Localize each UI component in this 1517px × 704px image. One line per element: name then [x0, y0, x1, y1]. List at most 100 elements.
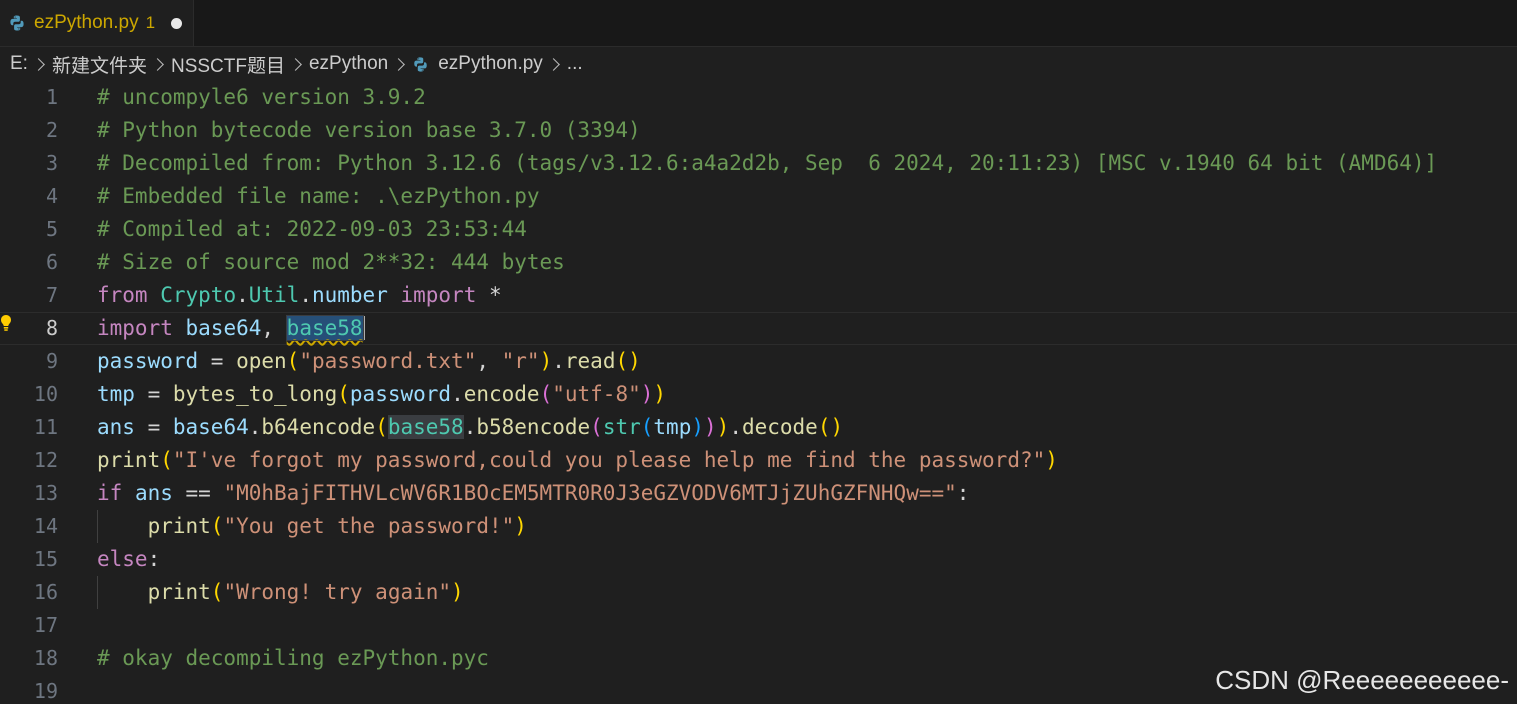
- code-line[interactable]: 7 from Crypto.Util.number import *: [0, 279, 1517, 312]
- comment-token: # Embedded file name: .\ezPython.py: [97, 184, 540, 208]
- chevron-right-icon: [546, 57, 560, 71]
- line-number: 8: [45, 316, 58, 340]
- bracket-token: ): [716, 415, 730, 439]
- breadcrumb-file[interactable]: ezPython.py: [438, 53, 543, 75]
- identifier-token: password: [349, 382, 452, 406]
- breadcrumb-folder[interactable]: 新建文件夹: [52, 51, 147, 78]
- breadcrumb-symbols[interactable]: ...: [567, 53, 583, 75]
- code-line[interactable]: 3 # Decompiled from: Python 3.12.6 (tags/…: [0, 147, 1517, 180]
- line-number: 14: [33, 514, 58, 538]
- identifier-token: ans: [134, 481, 173, 505]
- line-number: 18: [33, 646, 58, 670]
- bracket-token: ): [539, 349, 553, 373]
- line-code: if ans == "M0hBajFITHVLcWV6R1BOcEM5MTR0R…: [97, 477, 969, 510]
- line-number: 7: [45, 283, 58, 307]
- unsaved-dot-icon[interactable]: [171, 17, 183, 29]
- bracket-token: ): [653, 382, 667, 406]
- code-line[interactable]: 4 # Embedded file name: .\ezPython.py: [0, 180, 1517, 213]
- breadcrumb-nssctf[interactable]: NSSCTF题目: [171, 51, 285, 78]
- function-token: print: [147, 580, 211, 604]
- comment-token: # Decompiled from: Python 3.12.6 (tags/v…: [97, 151, 1438, 175]
- code-line[interactable]: 2 # Python bytecode version base 3.7.0 (3…: [0, 114, 1517, 147]
- punctuation-token: [97, 514, 148, 538]
- bracket-token: (): [615, 349, 641, 373]
- indent-guide: [97, 576, 98, 609]
- class-token: Util: [248, 283, 300, 307]
- line-number: 9: [45, 349, 58, 373]
- highlighted-module-token: base58: [387, 415, 464, 439]
- function-token: open: [236, 349, 287, 373]
- comment-token: # Size of source mod 2**32: 444 bytes: [97, 250, 565, 274]
- breadcrumb-ezpython-folder[interactable]: ezPython: [309, 53, 388, 75]
- indent-guide: [97, 510, 98, 543]
- punctuation-token: :: [147, 547, 161, 571]
- function-token: bytes_to_long: [172, 382, 338, 406]
- line-number: 19: [33, 679, 58, 703]
- punctuation-token: ,: [261, 316, 287, 340]
- line-number: 2: [45, 118, 58, 142]
- code-line[interactable]: 13 if ans == "M0hBajFITHVLcWV6R1BOcEM5MTR…: [0, 477, 1517, 510]
- identifier-token: password: [97, 349, 199, 373]
- keyword-token: else: [97, 547, 148, 571]
- line-code: # Decompiled from: Python 3.12.6 (tags/v…: [97, 147, 1437, 180]
- class-token: str: [602, 415, 641, 439]
- bracket-token: (: [210, 580, 224, 604]
- punctuation-token: [97, 580, 148, 604]
- keyword-token: if: [97, 481, 123, 505]
- line-number: 4: [45, 184, 58, 208]
- chevron-right-icon: [289, 57, 302, 71]
- identifier-token: tmp: [653, 415, 692, 439]
- line-number: 1: [45, 85, 58, 109]
- code-editor[interactable]: 1 # uncompyle6 version 3.9.2 2 # Python byt…: [0, 81, 1517, 704]
- string-token: "r": [501, 349, 540, 373]
- line-number: 6: [45, 250, 58, 274]
- function-token: b58encode: [476, 415, 591, 439]
- breadcrumb-drive[interactable]: E:: [10, 53, 28, 75]
- line-number: 15: [33, 547, 58, 571]
- string-token: "You get the password!": [223, 514, 515, 538]
- code-line[interactable]: 10 tmp = bytes_to_long(password.encode("u…: [0, 378, 1517, 411]
- bracket-token: ): [1045, 448, 1058, 472]
- punctuation-token: =: [198, 349, 237, 373]
- punctuation-token: [148, 283, 161, 307]
- chevron-right-icon: [151, 57, 164, 71]
- bracket-token: (: [337, 382, 350, 406]
- tab-ezpython[interactable]: ezPython.py 1: [0, 0, 194, 46]
- identifier-token: base64: [185, 316, 262, 340]
- comment-token: # Compiled at: 2022-09-03 23:53:44: [97, 217, 527, 241]
- bracket-token: (: [590, 415, 603, 439]
- code-line[interactable]: 8 import base64, base58: [0, 312, 1517, 345]
- code-line[interactable]: 17: [0, 609, 1517, 642]
- line-number: 17: [33, 613, 58, 637]
- python-file-icon: [414, 56, 427, 72]
- code-line[interactable]: 5 # Compiled at: 2022-09-03 23:53:44: [0, 213, 1517, 246]
- line-code: # Compiled at: 2022-09-03 23:53:44: [97, 213, 527, 246]
- code-line[interactable]: 1 # uncompyle6 version 3.9.2: [0, 81, 1517, 114]
- code-line[interactable]: 11 ans = base64.b64encode(base58.b58encod…: [0, 411, 1517, 444]
- code-line[interactable]: 9 password = open("password.txt", "r").re…: [0, 345, 1517, 378]
- punctuation-token: .: [236, 283, 249, 307]
- function-token: print: [147, 514, 211, 538]
- string-token: "M0hBajFITHVLcWV6R1BOcEM5MTR0R0J3eGZVODV…: [223, 481, 957, 505]
- function-token: b64encode: [261, 415, 376, 439]
- code-line[interactable]: 14 print("You get the password!"): [0, 510, 1517, 543]
- bracket-token: ): [514, 514, 527, 538]
- line-code: ans = base64.b64encode(base58.b58encode(…: [97, 411, 843, 444]
- bracket-token: (: [210, 514, 224, 538]
- keyword-token: import: [97, 316, 173, 340]
- punctuation-token: :: [956, 481, 970, 505]
- code-line[interactable]: 16 print("Wrong! try again"): [0, 576, 1517, 609]
- punctuation-token: *: [476, 283, 502, 307]
- code-line[interactable]: 15 else:: [0, 543, 1517, 576]
- identifier-token: base64: [172, 415, 249, 439]
- keyword-token: from: [97, 283, 148, 307]
- line-code: import base64, base58: [97, 312, 365, 345]
- editor-window: ezPython.py 1 E: 新建文件夹 NSSCTF题目 ezPython…: [0, 0, 1517, 704]
- line-number: 3: [45, 151, 58, 175]
- function-token: decode: [741, 415, 818, 439]
- tab-bar: ezPython.py 1: [0, 0, 1517, 47]
- code-line[interactable]: 12 print("I've forgot my password,could y…: [0, 444, 1517, 477]
- bracket-token: (): [817, 415, 844, 439]
- function-token: read: [564, 349, 616, 373]
- code-line[interactable]: 6 # Size of source mod 2**32: 444 bytes: [0, 246, 1517, 279]
